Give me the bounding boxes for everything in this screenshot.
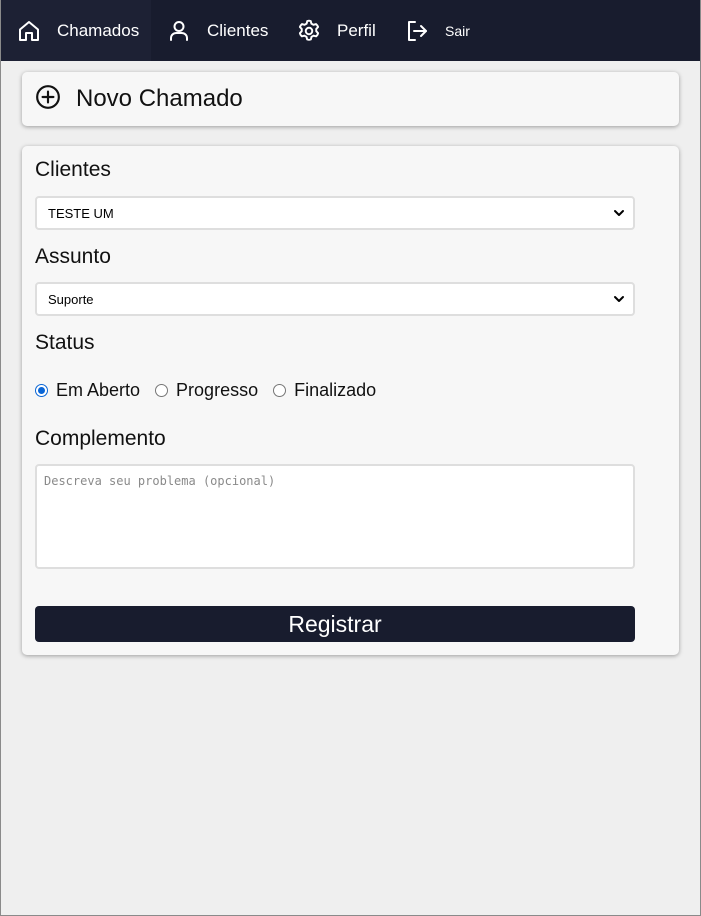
radio-button-checked[interactable] (35, 383, 48, 397)
radio-label: Progresso (176, 379, 259, 400)
assunto-label: Assunto (35, 245, 111, 268)
registrar-button[interactable]: Registrar (35, 606, 635, 642)
new-ticket-form: Clientes TESTE UM Assunto Suporte Status… (22, 146, 679, 655)
assunto-select-value: Suporte (48, 291, 94, 307)
radio-label: Finalizado (294, 379, 377, 400)
plus-circle-icon (35, 84, 61, 115)
gear-icon (296, 18, 322, 44)
radio-button[interactable] (273, 383, 287, 397)
nav-item-chamados[interactable]: Chamados (0, 0, 151, 61)
clientes-select[interactable]: TESTE UM (35, 196, 635, 230)
chevron-down-icon (613, 207, 625, 222)
status-radio-progresso[interactable]: Progresso (155, 380, 258, 401)
home-icon (17, 19, 41, 43)
status-radio-em-aberto[interactable]: Em Aberto (35, 380, 140, 401)
assunto-select[interactable]: Suporte (35, 282, 635, 316)
user-icon (167, 19, 191, 43)
nav-item-label: Perfil (337, 20, 376, 40)
status-radio-finalizado[interactable]: Finalizado (273, 380, 376, 401)
page-title: Novo Chamado (76, 85, 243, 112)
page-title-card: Novo Chamado (22, 72, 679, 126)
radio-label: Em Aberto (56, 379, 141, 400)
radio-button[interactable] (155, 383, 169, 397)
textarea-placeholder: Descreva seu problema (opcional) (44, 474, 276, 488)
clientes-select-value: TESTE UM (48, 205, 114, 221)
top-navbar: Chamados Clientes Perfil Sair (0, 0, 701, 61)
status-label: Status (35, 331, 95, 354)
status-radio-group: Em Aberto Progresso Finalizado (35, 379, 391, 401)
nav-item-perfil[interactable]: Perfil (280, 0, 389, 61)
nav-item-label: Sair (445, 22, 470, 39)
nav-item-label: Clientes (207, 20, 269, 40)
logout-icon (405, 19, 429, 43)
nav-item-sair[interactable]: Sair (389, 0, 470, 61)
nav-item-clientes[interactable]: Clientes (151, 0, 280, 61)
complemento-textarea[interactable]: Descreva seu problema (opcional) (35, 464, 635, 569)
clientes-label: Clientes (35, 158, 111, 181)
complemento-label: Complemento (35, 427, 166, 450)
nav-item-label: Chamados (57, 20, 140, 40)
chevron-down-icon (613, 293, 625, 308)
